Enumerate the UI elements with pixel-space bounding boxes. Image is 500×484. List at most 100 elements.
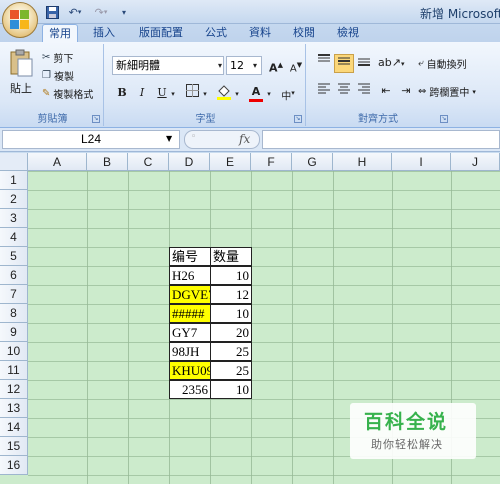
tab-review[interactable]: 校閱 (286, 24, 322, 42)
alignment-launcher-icon[interactable]: ↘ (440, 115, 448, 123)
table-header-code[interactable]: 编号 (169, 247, 211, 266)
wrap-text-button[interactable]: ⤶ 自動換列 (418, 56, 467, 71)
wrap-text-icon: ⤶ (418, 58, 424, 69)
table-cell-qty[interactable]: 25 (210, 342, 252, 361)
merge-dropdown-icon[interactable]: ▾ (472, 88, 476, 96)
clipboard-launcher-icon[interactable]: ↘ (92, 115, 100, 123)
scissors-icon: ✂ (42, 52, 51, 63)
table-cell-qty[interactable]: 20 (210, 323, 252, 342)
fill-color-icon[interactable] (214, 84, 234, 103)
table-cell-code[interactable]: H26 (169, 266, 211, 285)
table-cell-qty[interactable]: 10 (210, 304, 252, 323)
row-header[interactable]: 5 (0, 247, 28, 266)
fx-area: ◦ fx (184, 130, 260, 149)
copy-icon: ❐ (42, 70, 51, 81)
formula-grip-icon[interactable]: ◦ (191, 132, 196, 142)
watermark-subtitle: 助你轻松解决 (371, 438, 443, 451)
shrink-font-icon[interactable]: A▼ (286, 56, 306, 75)
office-button[interactable] (2, 2, 38, 38)
row-header[interactable]: 15 (0, 437, 28, 456)
align-bottom-icon[interactable] (354, 54, 374, 73)
cut-button[interactable]: ✂ 剪下 (42, 50, 73, 65)
row-header[interactable]: 2 (0, 190, 28, 209)
row-header[interactable]: 8 (0, 304, 28, 323)
underline-dropdown-icon[interactable]: ▾ (168, 85, 178, 104)
align-right-icon[interactable] (354, 82, 374, 101)
redo-icon[interactable]: ↷ ▾ (90, 4, 112, 20)
name-box-dropdown-icon[interactable]: ▼ (166, 134, 172, 143)
table-cell-code[interactable]: 98JH (169, 342, 211, 361)
table-cell-code[interactable]: KHU09 (169, 361, 211, 380)
font-color-dropdown-icon[interactable]: ▾ (264, 85, 274, 104)
row-header[interactable]: 12 (0, 380, 28, 399)
alignment-group: ab↗▾ ⤶ 自動換列 ⇤ ⇥ ⇔ 跨欄置中 ▾ 對齊方式 ↘ (308, 44, 500, 126)
table-cell-qty[interactable]: 25 (210, 361, 252, 380)
cut-label: 剪下 (53, 54, 74, 65)
office-logo-icon (10, 10, 30, 30)
table-cell-code[interactable]: GY7 (169, 323, 211, 342)
borders-dropdown-icon[interactable]: ▾ (200, 85, 210, 104)
watermark-logo: 百科全说 助你轻松解决 (350, 403, 476, 459)
paste-label: 貼上 (10, 82, 32, 95)
tab-view[interactable]: 檢視 (330, 24, 366, 42)
row-header[interactable]: 14 (0, 418, 28, 437)
quick-access-toolbar: ↶ ▾ ↷ ▾ ▾ (44, 4, 132, 20)
font-group-label: 字型 (195, 114, 216, 125)
formula-input[interactable] (262, 130, 500, 149)
window-title: 新增 Microsoft O (420, 7, 500, 21)
insert-function-icon[interactable]: fx (239, 132, 250, 146)
orientation-icon[interactable]: ab↗▾ (378, 54, 404, 73)
row-header[interactable]: 4 (0, 228, 28, 247)
title-bar: ↶▾ ↷▾ ▾ 新增 Microsoft O (0, 0, 500, 24)
merge-center-icon: ⇔ (418, 86, 427, 97)
align-top-icon[interactable] (314, 54, 334, 73)
grow-font-icon[interactable]: A▲ (266, 56, 286, 75)
paste-button[interactable]: 貼上 (8, 48, 34, 96)
format-painter-button[interactable]: ✎ 複製格式 (42, 86, 93, 101)
row-header[interactable]: 9 (0, 323, 28, 342)
copy-button[interactable]: ❐ 複製 (42, 68, 74, 83)
increase-indent-icon[interactable]: ⇥ (396, 82, 416, 101)
clipboard-group-label: 剪貼簿 (37, 114, 68, 125)
row-header[interactable]: 10 (0, 342, 28, 361)
row-header[interactable]: 11 (0, 361, 28, 380)
row-header[interactable]: 7 (0, 285, 28, 304)
tab-data[interactable]: 資料 (242, 24, 278, 42)
tab-insert[interactable]: 插入 (86, 24, 122, 42)
font-color-icon[interactable]: A (246, 83, 266, 102)
align-left-icon[interactable] (314, 82, 334, 101)
table-cell-qty[interactable]: 12 (210, 285, 252, 304)
row-header[interactable]: 13 (0, 399, 28, 418)
save-icon[interactable] (44, 4, 60, 20)
merge-center-button[interactable]: ⇔ 跨欄置中 ▾ (418, 84, 476, 99)
tab-page-layout[interactable]: 版面配置 (130, 24, 192, 42)
table-cell-code[interactable]: ##### (169, 304, 211, 323)
italic-button[interactable]: I (132, 84, 152, 103)
font-size-dropdown-icon[interactable]: ▾ (248, 57, 262, 76)
phonetic-icon[interactable]: 中▾ (278, 84, 298, 103)
decrease-indent-icon[interactable]: ⇤ (376, 82, 396, 101)
align-center-icon[interactable] (334, 82, 354, 101)
table-cell-qty[interactable]: 10 (210, 266, 252, 285)
table-header-qty[interactable]: 数量 (210, 247, 252, 266)
customize-qat-icon[interactable]: ▾ (116, 4, 132, 20)
tab-home[interactable]: 常用 (42, 24, 78, 42)
row-header[interactable]: 1 (0, 171, 28, 190)
ribbon-tabs: 常用 插入 版面配置 公式 資料 校閱 檢視 (0, 24, 500, 42)
borders-icon[interactable] (182, 84, 202, 103)
tab-formulas[interactable]: 公式 (198, 24, 234, 42)
font-launcher-icon[interactable]: ↘ (294, 115, 302, 123)
align-middle-icon[interactable] (334, 54, 354, 73)
table-cell-code[interactable]: DGVE7 (169, 285, 211, 304)
table-cell-code[interactable]: 2356 (169, 380, 211, 399)
row-header[interactable]: 3 (0, 209, 28, 228)
row-header[interactable]: 6 (0, 266, 28, 285)
fill-color-dropdown-icon[interactable]: ▾ (232, 85, 242, 104)
undo-icon[interactable]: ↶ ▾ (64, 4, 86, 20)
row-header[interactable]: 16 (0, 456, 28, 475)
table-cell-qty[interactable]: 10 (210, 380, 252, 399)
font-name-select[interactable]: 新細明體 (112, 56, 224, 75)
bold-button[interactable]: B (112, 84, 132, 103)
name-box[interactable]: L24 (2, 130, 180, 149)
format-painter-icon: ✎ (42, 88, 51, 99)
